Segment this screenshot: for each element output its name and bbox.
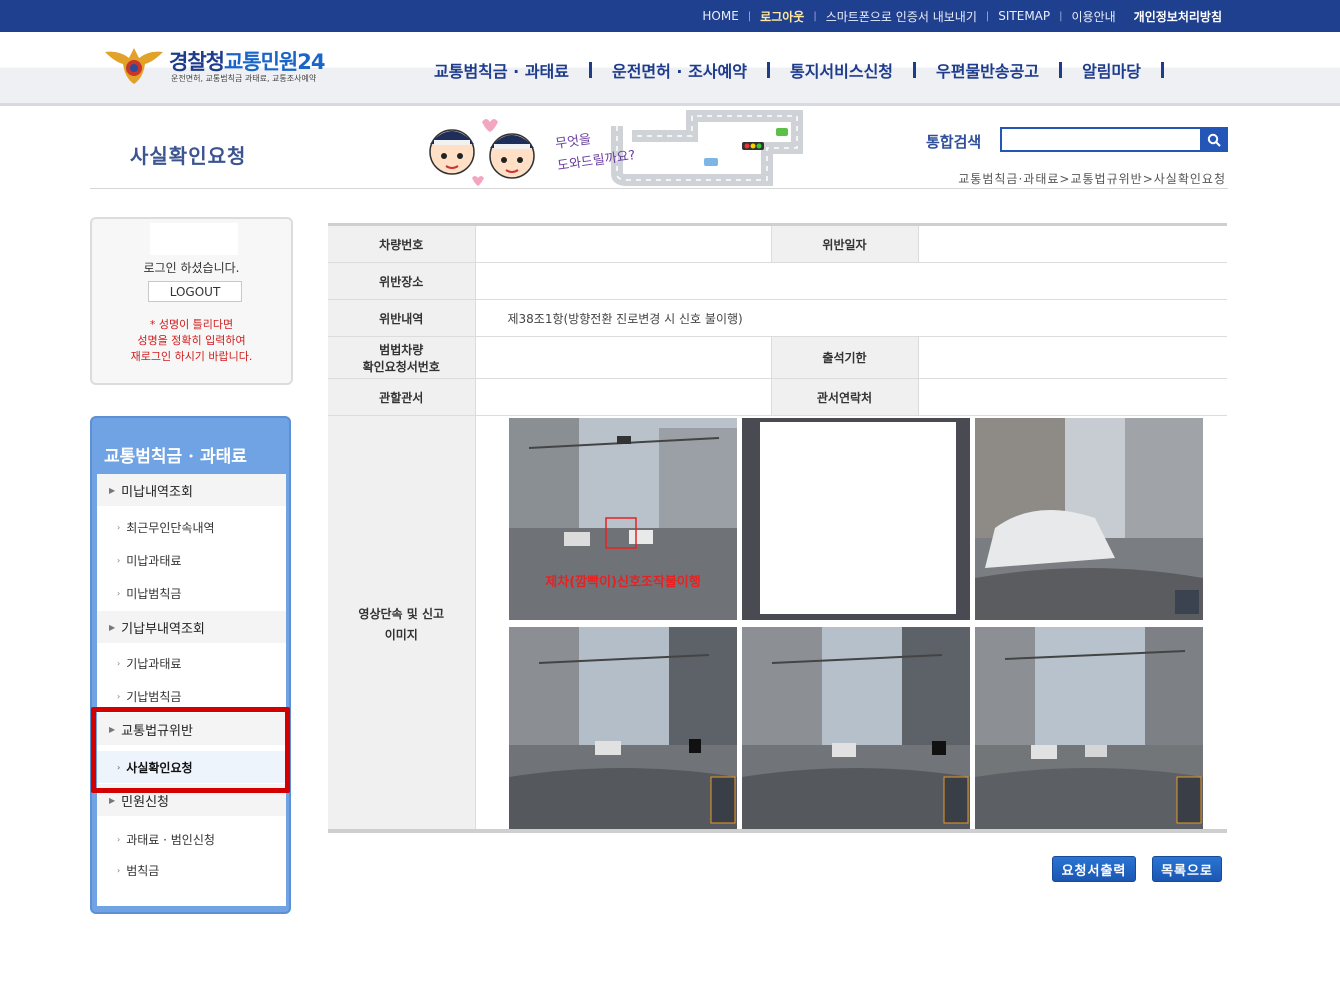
deadline-value [918, 336, 1227, 379]
violation-detail: 차량번호 위반일자 위반장소 위반내역 제38조1항(방향전환 진로변경 시 신… [328, 223, 1227, 832]
table-bottom-line [328, 829, 1227, 833]
export-cert-link[interactable]: 스마트폰으로 인증서 내보내기 [826, 8, 977, 25]
request-no-value [475, 336, 771, 379]
arrow-right-icon: ▶ [109, 485, 116, 495]
arrow-right-icon: › [117, 658, 121, 668]
arrow-right-icon: › [117, 834, 121, 844]
evidence-photo-4[interactable] [508, 627, 737, 829]
top-links: HOME | 로그아웃 | 스마트폰으로 인증서 내보내기 | SITEMAP … [702, 8, 1222, 25]
arrow-right-icon: ▶ [109, 795, 116, 805]
logout-button[interactable]: LOGOUT [148, 281, 242, 302]
site-logo[interactable]: 경찰청교통민원24 운전면허, 교통범칙금 과태료, 교통조사예약 [103, 44, 363, 88]
side-item-penalty[interactable]: › 범칙금 [97, 854, 286, 886]
print-request-button[interactable]: 요청서출력 [1052, 856, 1136, 882]
nav-fines[interactable]: 교통범칙금 · 과태료 [434, 58, 569, 82]
detail-table: 차량번호 위반일자 위반장소 위반내역 제38조1항(방향전환 진로변경 시 신… [328, 223, 1227, 832]
main-nav: 교통범칙금 · 과태료 운전면허 · 조사예약 통지서비스신청 우편물반송공고 … [434, 58, 1184, 82]
search-button[interactable] [1200, 127, 1228, 152]
side-item-recent-unmanned[interactable]: › 최근무인단속내역 [97, 511, 286, 543]
police-emblem-icon [105, 48, 163, 84]
top-bar: HOME | 로그아웃 | 스마트폰으로 인증서 내보내기 | SITEMAP … [0, 0, 1340, 32]
title-divider [90, 188, 1228, 189]
arrow-right-icon: › [117, 555, 121, 565]
arrow-right-icon: ▶ [109, 622, 116, 632]
side-item-paid-fines[interactable]: › 기납과태료 [97, 647, 286, 679]
office-label: 관할관서 [328, 378, 476, 416]
side-item-paid-lookup[interactable]: ▶ 기납부내역조회 [97, 611, 286, 643]
side-menu-list: ▶ 미납내역조회 › 최근무인단속내역 › 미납과태료 › 미납범칙금 ▶ 기납부내역조회… [97, 474, 286, 906]
photo-caption: 제차(깜빡이)신호조작불이행 [545, 574, 700, 590]
mascot-text-line1: 무엇을 [554, 132, 592, 152]
evidence-photo-5[interactable] [741, 627, 970, 829]
vehicle-no-label: 차량번호 [328, 223, 476, 263]
nav-license[interactable]: 운전면허 · 조사예약 [612, 58, 747, 82]
violation-date-value [918, 223, 1227, 263]
violation-date-label: 위반일자 [770, 223, 919, 263]
arrow-right-icon: › [117, 522, 121, 532]
contact-value [918, 378, 1227, 416]
deadline-label: 출석기한 [770, 336, 919, 379]
place-label: 위반장소 [328, 262, 476, 300]
login-warning: * 성명이 틀리다면 성명을 정확히 입력하여 재로그인 하시기 바랍니다. [130, 318, 253, 363]
arrow-right-icon: › [117, 588, 121, 598]
search-label: 통합검색 [926, 133, 982, 151]
sitemap-link[interactable]: SITEMAP [998, 9, 1050, 23]
site-header: 경찰청교통민원24 운전면허, 교통범칙금 과태료, 교통조사예약 교통범칙금 … [0, 32, 1340, 106]
search-icon [1207, 133, 1221, 147]
highlight-box [91, 707, 290, 793]
nav-returned-mail[interactable]: 우편물반송공고 [936, 58, 1039, 82]
logo-title: 경찰청교통민원24 [169, 50, 325, 74]
evidence-photo-2[interactable] [741, 418, 970, 620]
home-link[interactable]: HOME [702, 9, 738, 23]
request-no-label: 범법차량 확인요청서번호 [328, 336, 476, 379]
side-item-unpaid-fines[interactable]: › 미납과태료 [97, 544, 286, 576]
content-value: 제38조1항(방향전환 진로변경 시 신호 불이행) [475, 299, 1227, 337]
side-menu: 교통범칙금 · 과태료 ▶ 미납내역조회 › 최근무인단속내역 › 미납과태료 › 미납… [90, 416, 291, 914]
page-title: 사실확인요청 [130, 144, 247, 168]
guide-link[interactable]: 이용안내 [1072, 8, 1116, 25]
arrow-right-icon: › [117, 691, 121, 701]
evidence-photo-3[interactable] [974, 418, 1203, 620]
evidence-photo-6[interactable] [974, 627, 1203, 829]
place-value [475, 262, 1227, 300]
nav-notice-service[interactable]: 통지서비스신청 [790, 58, 893, 82]
side-item-unpaid-penalties[interactable]: › 미납범칙금 [97, 577, 286, 609]
side-menu-title: 교통범칙금 · 과태료 [104, 447, 247, 467]
logout-link[interactable]: 로그아웃 [760, 8, 804, 25]
privacy-link[interactable]: 개인정보처리방침 [1134, 8, 1222, 25]
login-message: 로그인 하셨습니다. [143, 261, 240, 275]
breadcrumb: 교통범칙금·과태료>교통법규위반>사실확인요청 [958, 172, 1226, 186]
back-to-list-button[interactable]: 목록으로 [1152, 856, 1222, 882]
image-gallery: 제차(깜빡이)신호조작불이행 [475, 415, 1227, 832]
contact-label: 관서연락처 [770, 378, 919, 416]
logo-subtitle: 운전면허, 교통범칙금 과태료, 교통조사예약 [171, 74, 317, 83]
side-item-fine-request[interactable]: › 과태료 · 범인신청 [97, 823, 286, 855]
office-value [475, 378, 771, 416]
arrow-right-icon: › [117, 865, 121, 875]
nav-notice-board[interactable]: 알림마당 [1082, 58, 1141, 82]
content-label: 위반내역 [328, 299, 476, 337]
images-label: 영상단속 및 신고 이미지 [328, 415, 476, 832]
side-item-unpaid-lookup[interactable]: ▶ 미납내역조회 [97, 474, 286, 506]
evidence-photo-1[interactable]: 제차(깜빡이)신호조작불이행 [508, 418, 737, 620]
mascot-illustration: 무엇을 도와드릴까요? [429, 110, 803, 186]
user-name-box [150, 223, 238, 255]
login-box: 로그인 하셨습니다. LOGOUT * 성명이 틀리다면 성명을 정확히 입력하… [90, 217, 293, 385]
mascot-text-line2: 도와드릴까요? [556, 148, 636, 174]
vehicle-no-value [475, 223, 771, 263]
search-input[interactable] [1000, 127, 1202, 152]
